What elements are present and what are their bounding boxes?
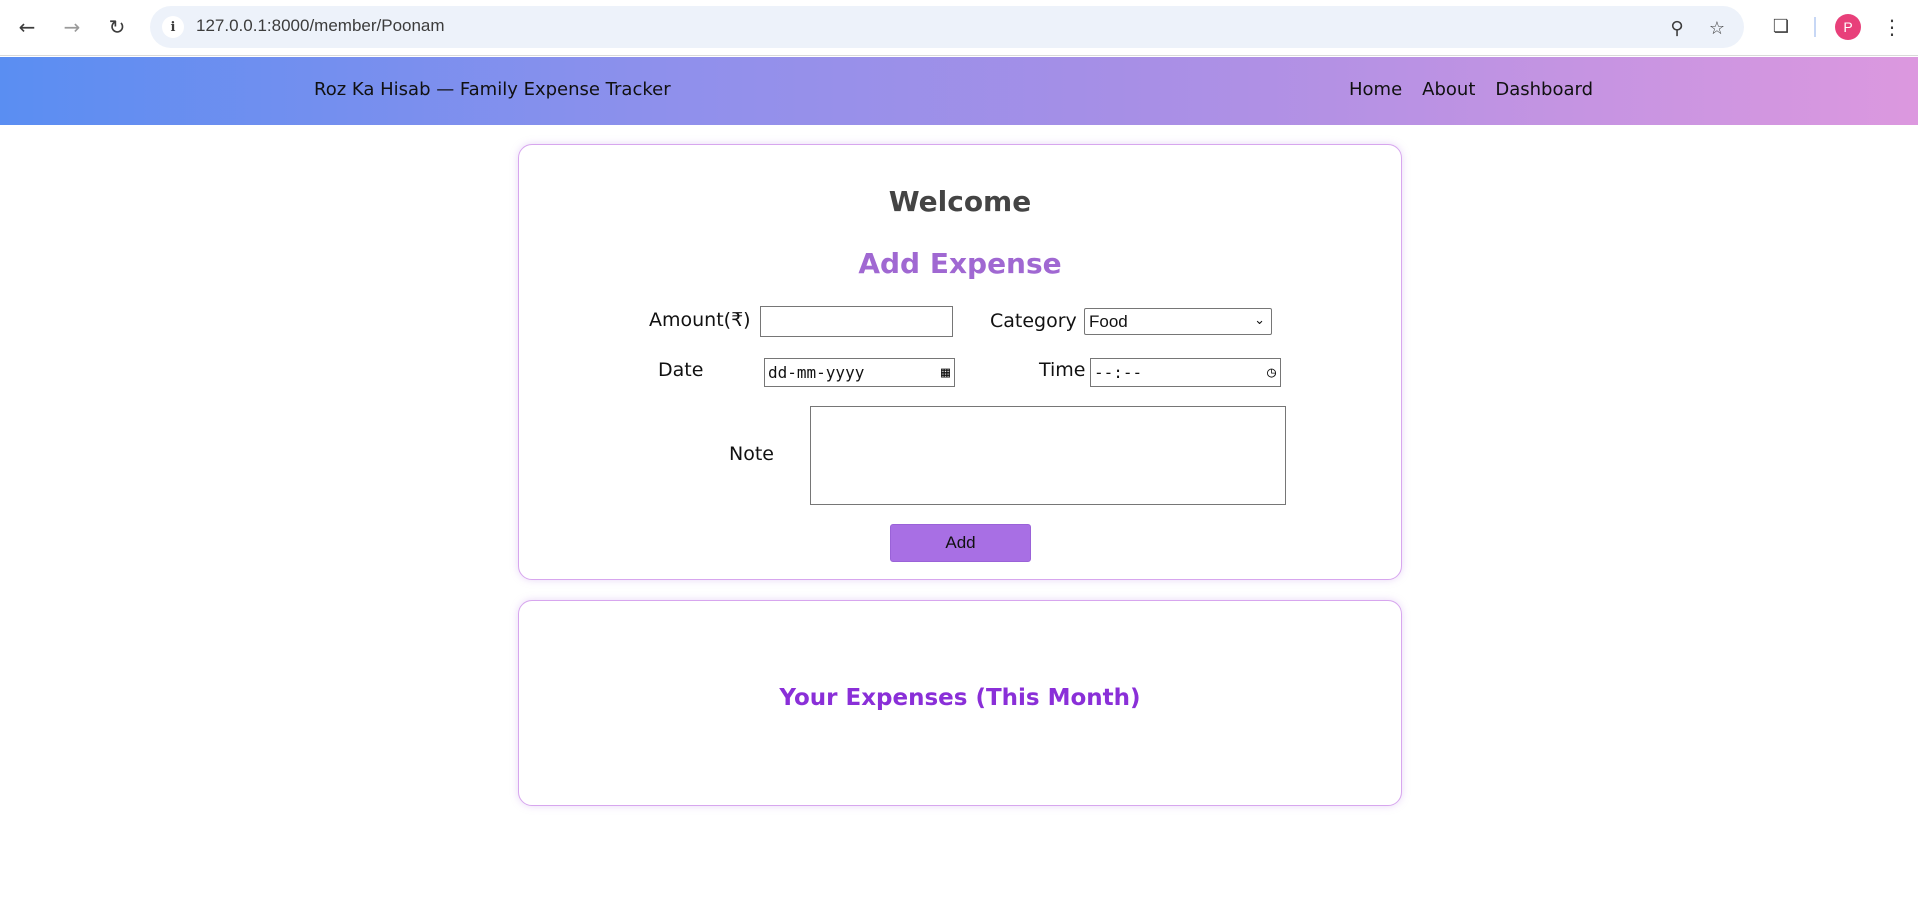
add-expense-heading: Add Expense bbox=[858, 247, 1062, 280]
site-info-icon[interactable]: i bbox=[162, 16, 184, 38]
expenses-list-card: Your Expenses (This Month) bbox=[518, 600, 1402, 806]
nav-dashboard-link[interactable]: Dashboard bbox=[1495, 79, 1593, 100]
note-label: Note bbox=[729, 443, 774, 465]
time-label: Time bbox=[1039, 359, 1086, 381]
profile-avatar[interactable]: P bbox=[1835, 14, 1861, 40]
date-input[interactable]: dd-mm-yyyy ▦ bbox=[764, 358, 955, 387]
nav-home-link[interactable]: Home bbox=[1349, 79, 1402, 100]
site-header: Roz Ka Hisab — Family Expense Tracker Ho… bbox=[0, 57, 1918, 125]
time-placeholder: --:-- bbox=[1094, 363, 1143, 382]
date-placeholder: dd-mm-yyyy bbox=[768, 363, 865, 382]
category-select[interactable]: Food ⌄ bbox=[1084, 308, 1272, 335]
note-textarea[interactable] bbox=[810, 406, 1286, 505]
address-url[interactable]: 127.0.0.1:8000/member/Poonam bbox=[196, 16, 445, 36]
extensions-puzzle-icon[interactable]: ❏ bbox=[1768, 13, 1794, 39]
amount-input[interactable] bbox=[760, 306, 953, 337]
expenses-list-heading: Your Expenses (This Month) bbox=[779, 685, 1141, 711]
toolbar-separator bbox=[1814, 17, 1816, 37]
calendar-icon[interactable]: ▦ bbox=[941, 363, 950, 381]
bookmark-star-icon[interactable]: ☆ bbox=[1705, 16, 1729, 40]
browser-toolbar: ← → ↻ i 127.0.0.1:8000/member/Poonam ⚲ ☆… bbox=[0, 0, 1918, 56]
more-vertical-icon[interactable]: ⋮ bbox=[1880, 12, 1904, 42]
welcome-heading: Welcome bbox=[888, 185, 1032, 218]
add-expense-card: Welcome Add Expense Amount(₹) Category F… bbox=[518, 144, 1402, 580]
clock-icon[interactable]: ◷ bbox=[1267, 363, 1276, 381]
nav-about-link[interactable]: About bbox=[1422, 79, 1475, 100]
add-button[interactable]: Add bbox=[890, 524, 1031, 562]
address-bar[interactable]: i 127.0.0.1:8000/member/Poonam ⚲ ☆ bbox=[150, 6, 1744, 48]
category-label: Category bbox=[990, 310, 1077, 332]
time-input[interactable]: --:-- ◷ bbox=[1090, 358, 1281, 387]
date-label: Date bbox=[658, 359, 704, 381]
chevron-down-icon: ⌄ bbox=[1254, 312, 1265, 327]
brand-title[interactable]: Roz Ka Hisab — Family Expense Tracker bbox=[314, 79, 671, 100]
top-nav: Home About Dashboard bbox=[1349, 79, 1593, 100]
category-selected-value: Food bbox=[1089, 311, 1128, 331]
back-icon[interactable]: ← bbox=[12, 12, 42, 42]
amount-label: Amount(₹) bbox=[649, 309, 751, 331]
forward-icon[interactable]: → bbox=[57, 12, 87, 42]
reload-icon[interactable]: ↻ bbox=[102, 12, 132, 42]
zoom-icon[interactable]: ⚲ bbox=[1665, 16, 1689, 40]
